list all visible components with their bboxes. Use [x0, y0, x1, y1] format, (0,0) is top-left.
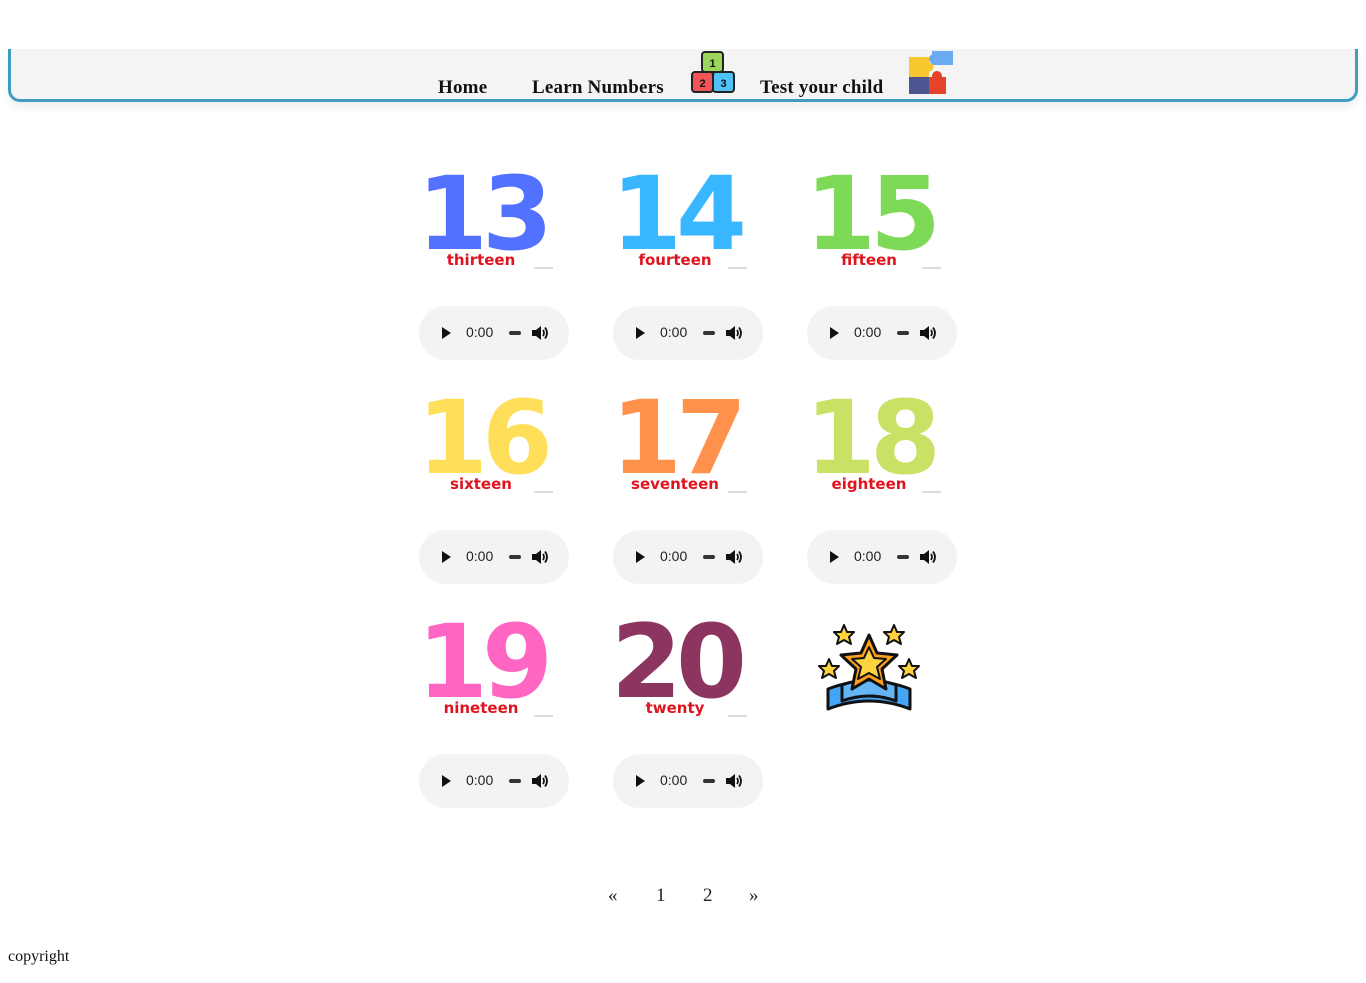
- pagination-page-2[interactable]: 2: [703, 885, 713, 907]
- number-image: 14 fourteen: [604, 155, 754, 274]
- number-image: 15 fifteen: [798, 155, 948, 274]
- nav-home-link[interactable]: Home: [438, 77, 487, 99]
- play-icon[interactable]: [830, 327, 839, 339]
- number-word: fourteen: [638, 251, 711, 269]
- audio-time: 0:00: [660, 548, 688, 564]
- audio-player[interactable]: 0:00: [419, 306, 569, 360]
- audio-time: 0:00: [466, 324, 494, 340]
- number-image: 16 sixteen: [410, 379, 560, 498]
- block-digit: 3: [720, 78, 726, 90]
- nav-test-your-child-link[interactable]: Test your child: [760, 77, 883, 99]
- audio-progress-bar[interactable]: [897, 331, 909, 335]
- volume-icon[interactable]: [919, 549, 937, 565]
- volume-icon[interactable]: [531, 549, 549, 565]
- audio-time: 0:00: [660, 324, 688, 340]
- volume-icon[interactable]: [725, 773, 743, 789]
- volume-icon[interactable]: [919, 325, 937, 341]
- block-digit: 2: [699, 78, 705, 90]
- number-word: sixteen: [450, 475, 512, 493]
- audio-time: 0:00: [854, 548, 882, 564]
- audio-progress-bar[interactable]: [703, 555, 715, 559]
- number-image: 13 thirteen: [410, 155, 560, 274]
- number-word: nineteen: [444, 699, 519, 717]
- number-image: 17 seventeen: [604, 379, 754, 498]
- audio-time: 0:00: [466, 548, 494, 564]
- number-image: 19 nineteen: [410, 603, 560, 722]
- audio-progress-bar[interactable]: [509, 779, 521, 783]
- puzzle-icon[interactable]: [907, 49, 955, 97]
- footer-copyright: copyright: [8, 948, 70, 965]
- audio-progress-bar[interactable]: [897, 555, 909, 559]
- play-icon[interactable]: [442, 775, 451, 787]
- audio-player[interactable]: 0:00: [419, 754, 569, 808]
- number-blocks-icon[interactable]: 1 2 3: [689, 49, 737, 97]
- audio-time: 0:00: [466, 772, 494, 788]
- audio-progress-bar[interactable]: [703, 331, 715, 335]
- number-word: seventeen: [631, 475, 719, 493]
- audio-progress-bar[interactable]: [703, 779, 715, 783]
- play-icon[interactable]: [636, 327, 645, 339]
- audio-player[interactable]: 0:00: [807, 530, 957, 584]
- volume-icon[interactable]: [531, 325, 549, 341]
- volume-icon[interactable]: [725, 325, 743, 341]
- audio-time: 0:00: [854, 324, 882, 340]
- block-digit: 1: [709, 58, 715, 70]
- nav-learn-numbers-link[interactable]: Learn Numbers: [532, 77, 664, 99]
- audio-time: 0:00: [660, 772, 688, 788]
- audio-player[interactable]: 0:00: [807, 306, 957, 360]
- audio-player[interactable]: 0:00: [419, 530, 569, 584]
- number-word: eighteen: [832, 475, 907, 493]
- stars-award-icon: [818, 624, 920, 711]
- number-image: 18 eighteen: [798, 379, 948, 498]
- reward-card: [818, 623, 968, 722]
- play-icon[interactable]: [636, 775, 645, 787]
- audio-progress-bar[interactable]: [509, 555, 521, 559]
- number-word: twenty: [646, 699, 705, 717]
- number-image: 20 twenty: [604, 603, 754, 722]
- audio-player[interactable]: 0:00: [613, 754, 763, 808]
- volume-icon[interactable]: [531, 773, 549, 789]
- pagination-page-1[interactable]: 1: [656, 885, 666, 907]
- audio-progress-bar[interactable]: [509, 331, 521, 335]
- number-word: thirteen: [447, 251, 516, 269]
- pagination-prev[interactable]: «: [608, 885, 618, 907]
- nav-bar: Home Learn Numbers 1 2 3 Test your child: [8, 49, 1358, 102]
- number-word: fifteen: [841, 251, 897, 269]
- audio-player[interactable]: 0:00: [613, 306, 763, 360]
- volume-icon[interactable]: [725, 549, 743, 565]
- play-icon[interactable]: [442, 551, 451, 563]
- play-icon[interactable]: [830, 551, 839, 563]
- play-icon[interactable]: [442, 327, 451, 339]
- audio-player[interactable]: 0:00: [613, 530, 763, 584]
- pagination-next[interactable]: »: [749, 885, 759, 907]
- play-icon[interactable]: [636, 551, 645, 563]
